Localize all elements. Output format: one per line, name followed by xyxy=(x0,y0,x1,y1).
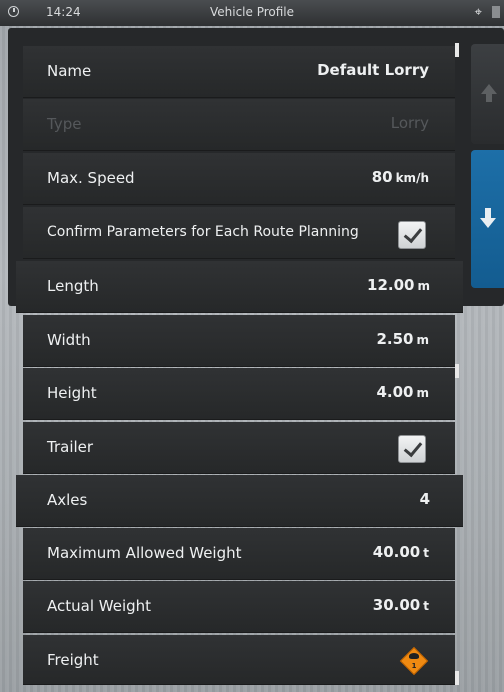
row-value: 12.00 m xyxy=(367,276,430,294)
row-label: Trailer xyxy=(47,438,94,456)
value-unit: m xyxy=(416,333,429,347)
row-label: Height xyxy=(47,384,97,402)
row-label: Confirm Parameters for Each Route Planni… xyxy=(47,224,359,240)
value-number: 4.00 xyxy=(376,383,414,401)
hazard-class-number: 1 xyxy=(411,662,417,670)
row-value: 40.00 t xyxy=(373,543,429,561)
value-number: 30.00 xyxy=(372,596,421,614)
scrollbar-thumb[interactable] xyxy=(455,364,459,378)
value-number: 12.00 xyxy=(367,276,415,294)
battery-icon xyxy=(492,6,500,18)
row-value: 4.00 m xyxy=(376,383,429,401)
row-label: Axles xyxy=(47,491,88,509)
scrollbar-thumb[interactable] xyxy=(455,43,459,57)
scrollbar-thumb[interactable] xyxy=(455,671,459,685)
list-item-name[interactable]: Name Default Lorry xyxy=(23,46,455,98)
list-item-width[interactable]: Width 2.50 m xyxy=(23,315,455,367)
arrow-up-stem xyxy=(486,94,492,102)
scroll-up-button[interactable] xyxy=(471,44,504,144)
row-value: Lorry xyxy=(390,114,429,132)
row-value: 4 xyxy=(419,490,430,508)
value-number: 40.00 xyxy=(372,543,421,561)
list-item-type: Type Lorry xyxy=(23,99,455,151)
list-item-freight[interactable]: Freight 1 xyxy=(23,635,455,685)
explosive-hazard-icon: 1 xyxy=(399,646,429,676)
row-label: Max. Speed xyxy=(47,169,135,187)
list-item-confirm-parameters[interactable]: Confirm Parameters for Each Route Planni… xyxy=(23,207,455,259)
trailer-checkbox[interactable] xyxy=(398,435,426,463)
row-label: Maximum Allowed Weight xyxy=(47,544,242,562)
row-label: Freight xyxy=(47,651,99,669)
row-label: Name xyxy=(47,62,92,80)
row-value: 80 km/h xyxy=(372,168,429,186)
hazard-diamond xyxy=(399,646,429,676)
value-unit: t xyxy=(423,599,429,613)
value-unit: t xyxy=(423,546,429,560)
row-value: 2.50 m xyxy=(376,330,429,348)
page-title: Vehicle Profile xyxy=(209,5,295,19)
satellite-icon: ⌖ xyxy=(474,5,482,20)
row-label: Length xyxy=(47,277,99,295)
scroll-down-button[interactable] xyxy=(471,150,504,288)
arrow-down-stem xyxy=(485,208,491,218)
explosion-symbol xyxy=(409,653,419,659)
status-bar: 14:24 Vehicle Profile ⌖ xyxy=(0,0,504,26)
list-item-length[interactable]: Length 12.00 m xyxy=(16,261,463,313)
arrow-down-icon xyxy=(480,218,496,228)
row-label: Width xyxy=(47,331,91,349)
list-item-max-speed[interactable]: Max. Speed 80 km/h xyxy=(23,153,455,205)
list-item-axles[interactable]: Axles 4 xyxy=(16,475,463,527)
value-unit: m xyxy=(416,386,429,400)
row-value: Default Lorry xyxy=(317,61,429,79)
value-number: 80 xyxy=(371,168,393,186)
arrow-up-icon xyxy=(481,84,497,94)
row-label: Actual Weight xyxy=(47,597,152,615)
row-value: 30.00 t xyxy=(373,596,429,614)
value-unit: km/h xyxy=(395,171,429,185)
list-item-actual-weight[interactable]: Actual Weight 30.00 t xyxy=(23,581,455,633)
confirm-parameters-checkbox[interactable] xyxy=(398,221,426,249)
value-unit: m xyxy=(417,279,430,293)
value-number: 2.50 xyxy=(376,330,414,348)
list-item-height[interactable]: Height 4.00 m xyxy=(23,368,455,420)
list-item-maximum-allowed-weight[interactable]: Maximum Allowed Weight 40.00 t xyxy=(23,528,455,580)
row-label: Type xyxy=(47,115,82,133)
list-item-trailer[interactable]: Trailer xyxy=(23,422,455,474)
